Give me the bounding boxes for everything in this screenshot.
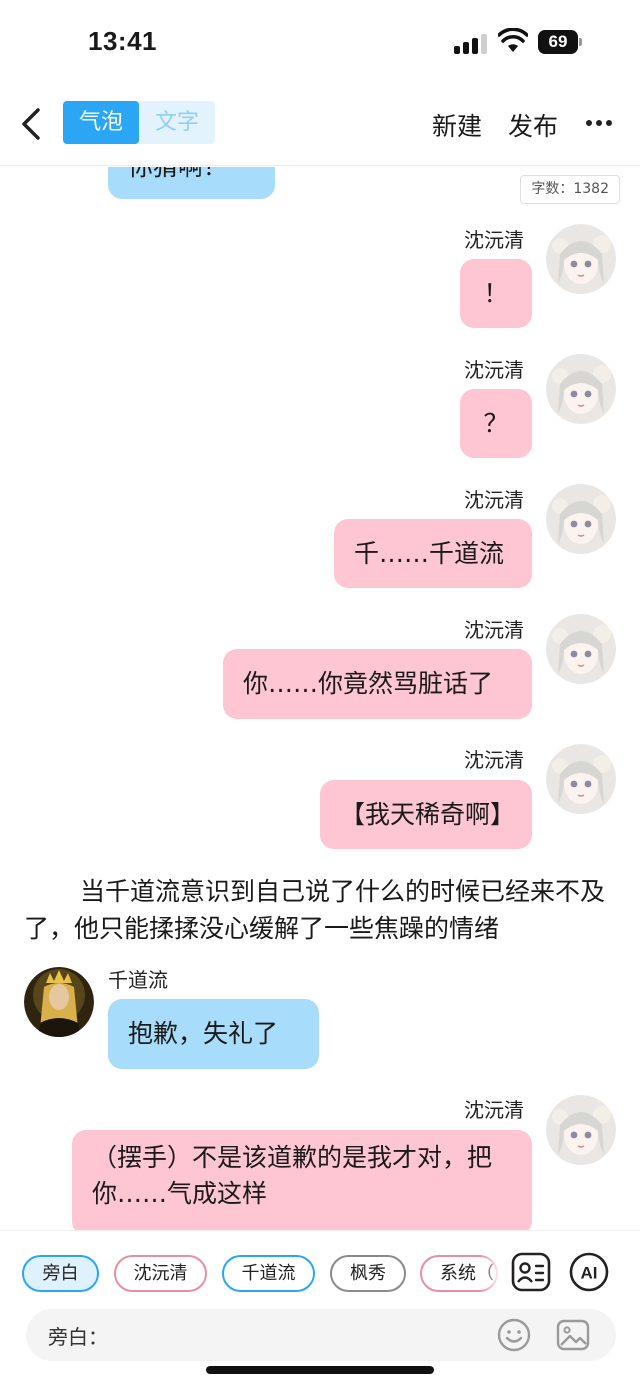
cellular-signal-icon — [454, 34, 488, 54]
message-input[interactable] — [110, 1317, 480, 1353]
bubble-text: 千……千道流 — [354, 538, 505, 568]
speaker-name: 沈沅清 — [464, 748, 524, 772]
chat-bubble[interactable]: 抱歉，失礼了 — [108, 999, 319, 1069]
new-button[interactable]: 新建 — [432, 107, 482, 143]
status-bar: 13:41 69 — [0, 0, 640, 88]
chat-bubble[interactable]: ？ — [460, 389, 532, 458]
bubble-text: （摆手）不是该道歉的是我才对，把你……气成这样 — [92, 1143, 493, 1208]
speaker-name: 沈沅清 — [464, 228, 524, 252]
wifi-icon — [498, 28, 528, 52]
avatar[interactable] — [546, 614, 616, 684]
role-chip-shen-yuanqing[interactable]: 沈沅清 — [114, 1255, 207, 1292]
speaker-name: 沈沅清 — [464, 488, 524, 512]
bubble-text: ？ — [483, 408, 509, 438]
avatar[interactable] — [546, 224, 616, 294]
chat-bubble-partial: 你猜啊？ — [108, 167, 275, 199]
message-input-row: 旁白： — [26, 1309, 616, 1361]
role-chip-feng-xiu[interactable]: 枫秀 — [330, 1255, 406, 1292]
avatar[interactable] — [546, 744, 616, 814]
role-chip-qian-daoliu[interactable]: 千道流 — [222, 1255, 315, 1292]
speaker-name: 沈沅清 — [464, 1098, 524, 1122]
status-time: 13:41 — [88, 26, 157, 56]
avatar[interactable] — [546, 1095, 616, 1165]
speaker-name: 沈沅清 — [464, 358, 524, 382]
bubble-text: 抱歉，失礼了 — [128, 1019, 279, 1048]
chat-bubble[interactable]: ！ — [460, 259, 532, 328]
chat-bubble[interactable]: 【我天稀奇啊】 — [320, 780, 532, 849]
emoji-icon[interactable] — [496, 1317, 532, 1353]
battery-level: 69 — [538, 30, 578, 54]
bubble-text: 你猜啊？ — [128, 167, 228, 185]
top-nav-bar: 气泡 文字 新建 发布 — [0, 88, 640, 166]
more-icon[interactable] — [584, 108, 614, 138]
input-role-label: 旁白： — [48, 1325, 108, 1349]
chat-area[interactable]: 你猜啊？ 字数：1382 沈沅清 ！ 沈沅清 ？ 沈沅清 千……千道流 沈沅清 … — [0, 167, 640, 1230]
chat-bubble[interactable]: （摆手）不是该道歉的是我才对，把你……气成这样 — [72, 1130, 532, 1230]
speaker-name: 千道流 — [108, 968, 168, 992]
home-indicator — [206, 1366, 434, 1374]
ai-icon[interactable]: AI — [568, 1251, 610, 1293]
chat-bubble[interactable]: 你……你竟然骂脏话了 — [223, 649, 532, 719]
char-count-badge: 字数：1382 — [520, 175, 620, 204]
bubble-text: ！ — [483, 278, 509, 308]
bubble-text: 你……你竟然骂脏话了 — [243, 669, 494, 698]
character-card-icon[interactable] — [510, 1251, 552, 1293]
avatar[interactable] — [546, 354, 616, 424]
avatar[interactable] — [24, 967, 94, 1037]
bubble-text: 【我天稀奇啊】 — [340, 799, 516, 829]
avatar[interactable] — [546, 484, 616, 554]
composer-panel: 旁白 沈沅清 千道流 枫秀 系统（ AI 旁白： — [0, 1230, 640, 1387]
chat-bubble[interactable]: 千……千道流 — [334, 519, 532, 588]
mode-text-tab[interactable]: 文字 — [139, 101, 215, 144]
publish-button[interactable]: 发布 — [508, 107, 558, 143]
battery-icon: 69 — [538, 30, 582, 54]
svg-text:AI: AI — [581, 1264, 598, 1283]
role-chip-narration[interactable]: 旁白 — [22, 1255, 99, 1292]
mode-bubble-tab[interactable]: 气泡 — [63, 101, 139, 144]
mode-toggle: 气泡 文字 — [63, 101, 215, 144]
narration-text[interactable]: 当千道流意识到自己说了什么的时候已经来不及了，他只能揉揉没心缓解了一些焦躁的情绪 — [24, 873, 616, 947]
speaker-name: 沈沅清 — [464, 618, 524, 642]
image-icon[interactable] — [555, 1317, 591, 1353]
back-icon[interactable] — [18, 106, 48, 142]
